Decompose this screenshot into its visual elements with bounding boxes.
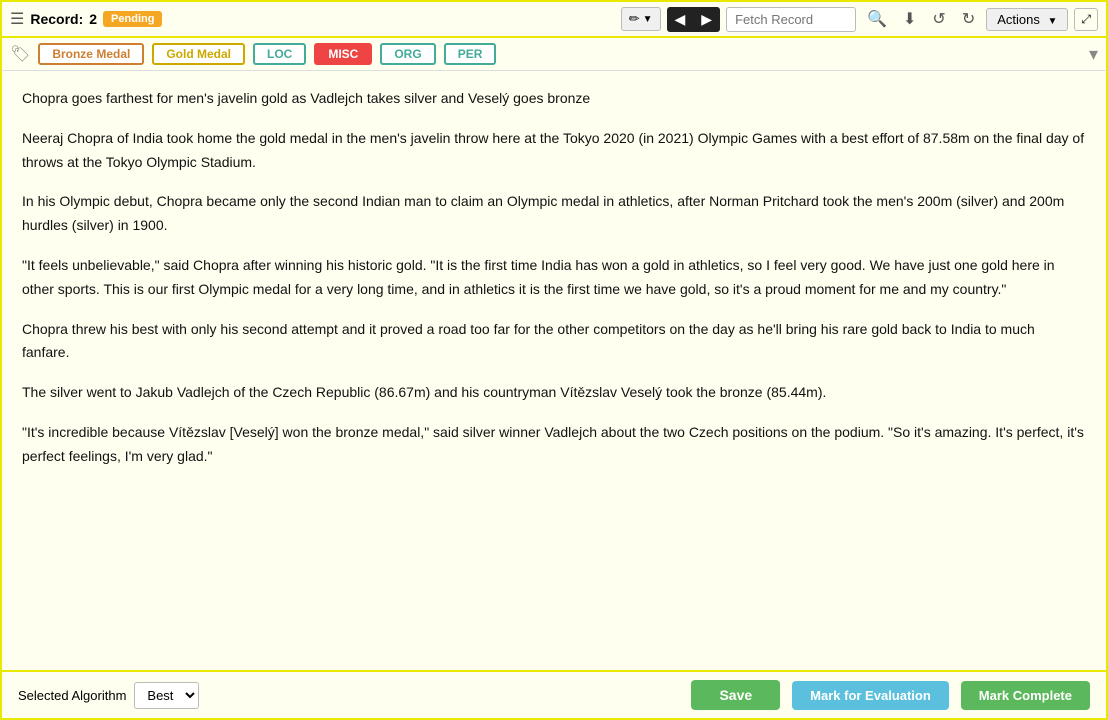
actions-dropdown-icon: ▼ <box>1047 16 1057 27</box>
paragraph-3: "It feels unbelievable," said Chopra aft… <box>22 254 1086 302</box>
record-number: 2 <box>89 11 97 27</box>
tag-misc[interactable]: MISC <box>314 43 372 65</box>
edit-button[interactable]: ✏ ▼ <box>621 7 661 31</box>
edit-dropdown-icon: ▼ <box>643 14 653 25</box>
algo-label: Selected Algorithm <box>18 688 126 703</box>
paragraph-2: In his Olympic debut, Chopra became only… <box>22 190 1086 238</box>
algo-select[interactable]: Best <box>134 682 199 709</box>
actions-button[interactable]: Actions ▼ <box>986 8 1068 31</box>
tag-bronze-medal[interactable]: Bronze Medal <box>38 43 144 65</box>
fetch-input[interactable] <box>726 7 856 32</box>
paragraph-6: "It's incredible because Vítězslav [Vese… <box>22 421 1086 469</box>
status-badge: Pending <box>103 11 162 27</box>
paragraph-5: The silver went to Jakub Vadlejch of the… <box>22 381 1086 405</box>
nav-buttons: ◀ ▶ <box>667 7 721 32</box>
next-record-button[interactable]: ▶ <box>693 7 720 32</box>
download-icon: ⬇ <box>903 11 916 28</box>
hamburger-icon: ☰ <box>10 9 24 29</box>
expand-button[interactable]: ⤢ <box>1074 8 1098 31</box>
download-button[interactable]: ⬇ <box>898 6 921 32</box>
search-button[interactable]: 🔍 <box>862 6 892 32</box>
save-button[interactable]: Save <box>691 680 780 710</box>
undo-button[interactable]: ↺ <box>927 6 950 32</box>
article-title: Chopra goes farthest for men's javelin g… <box>22 87 1086 111</box>
tag-per[interactable]: PER <box>444 43 497 65</box>
undo-icon: ↺ <box>932 11 945 28</box>
prev-record-button[interactable]: ◀ <box>667 7 694 32</box>
paragraph-4: Chopra threw his best with only his seco… <box>22 318 1086 366</box>
tag-org[interactable]: ORG <box>380 43 435 65</box>
footer: Selected Algorithm Best Save Mark for Ev… <box>0 670 1108 720</box>
tag-icon[interactable]: 🏷 <box>10 44 30 64</box>
actions-label: Actions <box>997 12 1040 27</box>
record-label: Record: <box>30 11 83 27</box>
algorithm-section: Selected Algorithm Best <box>18 682 199 709</box>
search-icon: 🔍 <box>867 11 887 28</box>
tag-loc[interactable]: LOC <box>253 43 306 65</box>
redo-icon: ↻ <box>962 11 975 28</box>
tags-row: 🏷 Bronze Medal Gold Medal LOC MISC ORG P… <box>0 38 1108 71</box>
paragraph-1: Neeraj Chopra of India took home the gol… <box>22 127 1086 175</box>
redo-button[interactable]: ↻ <box>957 6 980 32</box>
mark-eval-button[interactable]: Mark for Evaluation <box>792 681 949 710</box>
tag-gold-medal[interactable]: Gold Medal <box>152 43 245 65</box>
toolbar: ☰ Record: 2 Pending ✏ ▼ ◀ ▶ 🔍 ⬇ ↺ ↻ Acti… <box>0 0 1108 38</box>
tags-dropdown-icon[interactable]: ▾ <box>1089 44 1098 65</box>
expand-icon: ⤢ <box>1081 12 1091 26</box>
pencil-icon: ✏ <box>629 11 640 27</box>
mark-complete-button[interactable]: Mark Complete <box>961 681 1090 710</box>
main-content: Chopra goes farthest for men's javelin g… <box>0 71 1108 670</box>
